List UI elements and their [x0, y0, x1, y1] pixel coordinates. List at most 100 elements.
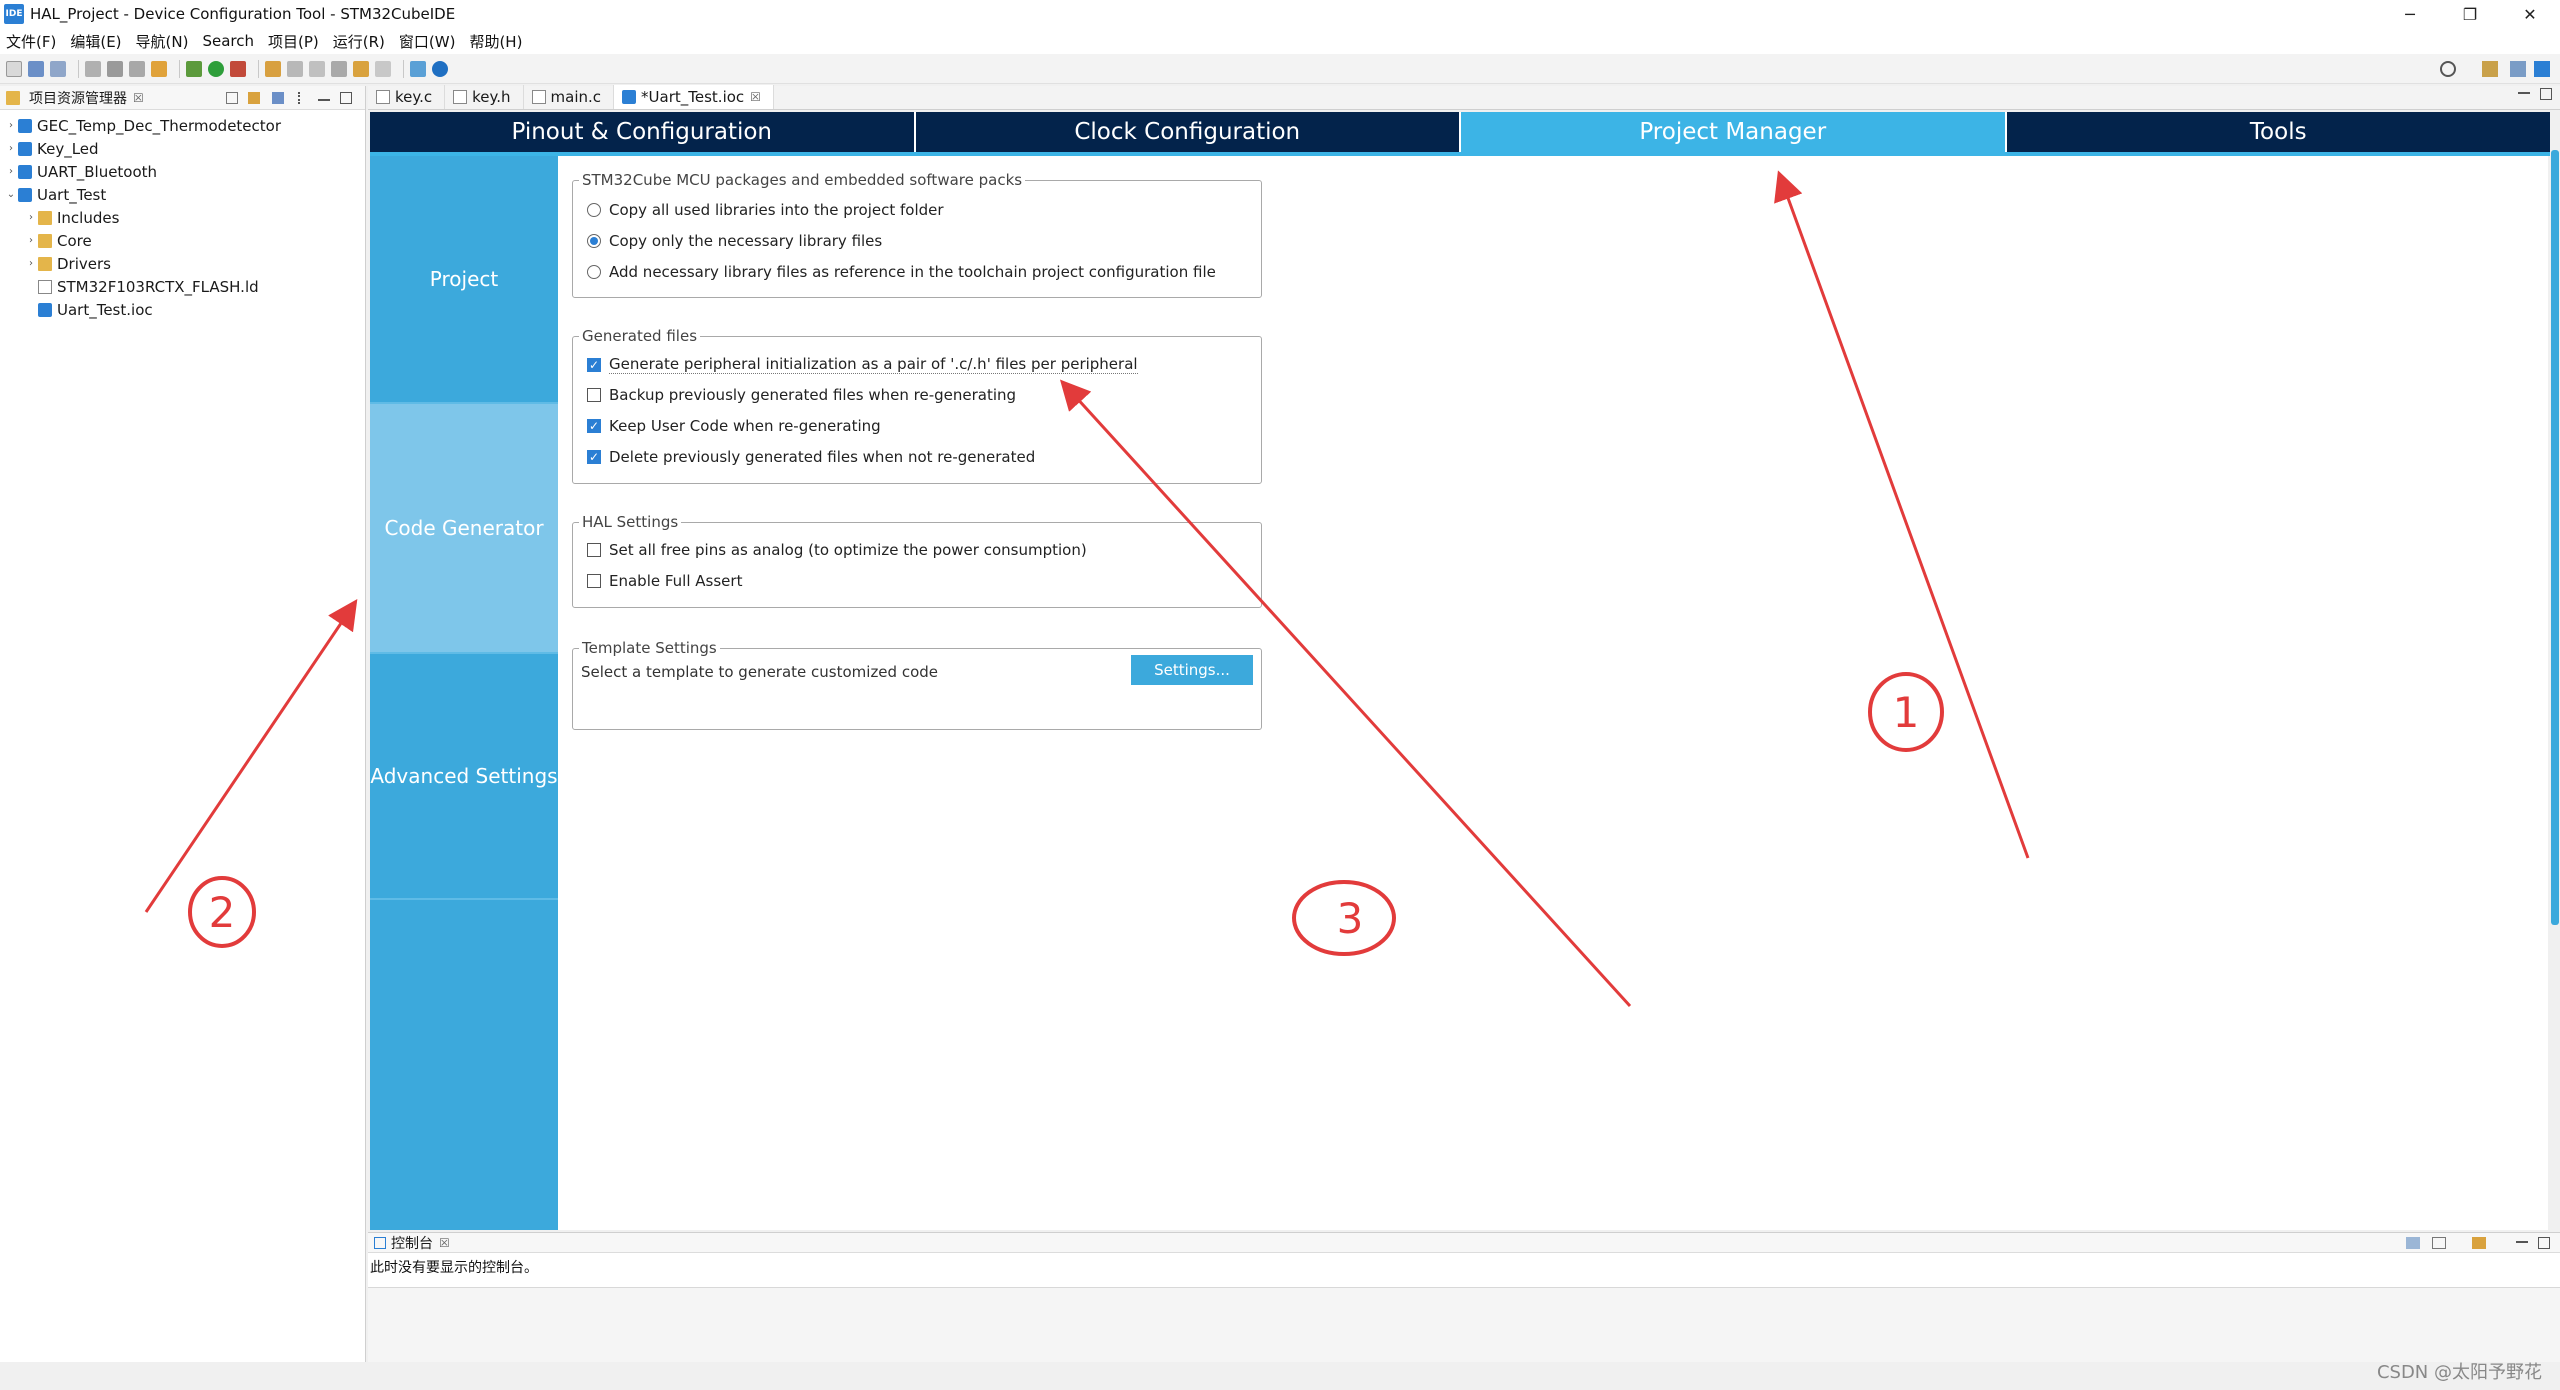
menu-navigate[interactable]: 导航(N)	[136, 31, 189, 52]
editor-tab-label: key.c	[395, 88, 433, 106]
maximize-view-icon[interactable]	[340, 91, 352, 104]
chevron-right-icon[interactable]: ›	[24, 235, 38, 246]
option-label: Enable Full Assert	[609, 572, 743, 590]
device-config-perspective-icon[interactable]	[2534, 60, 2550, 77]
tree-item[interactable]: Uart_Test.ioc	[0, 298, 365, 321]
menu-edit[interactable]: 编辑(E)	[70, 31, 121, 52]
checkbox[interactable]: ✓	[587, 357, 601, 372]
search-icon[interactable]	[2440, 60, 2456, 77]
chevron-down-icon[interactable]: ⌄	[4, 189, 18, 200]
tree-item[interactable]: › Core	[0, 229, 365, 252]
tab-project-manager[interactable]: Project Manager	[1461, 112, 2007, 152]
tree-item[interactable]: › Includes	[0, 206, 365, 229]
perspective-icon[interactable]	[2482, 60, 2498, 77]
open-perspective-icon[interactable]	[410, 60, 426, 77]
editor-tab-main-c[interactable]: main.c	[524, 85, 615, 109]
check-keep-user-code[interactable]: ✓ Keep User Code when re-generating	[587, 417, 881, 435]
new-file-icon[interactable]	[6, 60, 22, 77]
last-edit-icon[interactable]	[331, 60, 347, 77]
minimize-console-icon[interactable]	[2516, 1241, 2528, 1243]
maximize-console-icon[interactable]	[2538, 1236, 2550, 1249]
checkbox[interactable]	[587, 574, 601, 588]
check-backup-generated-files[interactable]: Backup previously generated files when r…	[587, 386, 1016, 404]
menu-search[interactable]: Search	[202, 32, 254, 50]
link-editor-icon[interactable]	[248, 91, 260, 104]
close-icon[interactable]: ☒	[439, 1236, 450, 1250]
maximize-editor-icon[interactable]	[2540, 88, 2552, 100]
menu-file[interactable]: 文件(F)	[6, 31, 56, 52]
chevron-right-icon[interactable]: ›	[4, 143, 18, 154]
restore-button[interactable]: ❐	[2440, 0, 2500, 28]
chevron-right-icon[interactable]: ›	[24, 258, 38, 269]
chevron-right-icon[interactable]: ›	[4, 166, 18, 177]
filter-icon[interactable]	[272, 91, 284, 104]
close-button[interactable]: ✕	[2500, 0, 2560, 28]
open-console-icon[interactable]	[2472, 1236, 2486, 1249]
build-icon[interactable]	[107, 60, 123, 77]
checkbox[interactable]: ✓	[587, 450, 601, 464]
minimize-editor-icon[interactable]	[2518, 92, 2530, 94]
tree-item[interactable]: › GEC_Temp_Dec_Thermodetector	[0, 114, 365, 137]
close-icon[interactable]: ☒	[133, 91, 144, 105]
settings-icon[interactable]	[85, 60, 101, 77]
scrollbar-thumb[interactable]	[2551, 150, 2559, 925]
check-free-pins-analog[interactable]: Set all free pins as analog (to optimize…	[587, 541, 1087, 559]
editor-tab-key-h[interactable]: key.h	[445, 85, 524, 109]
check-delete-previously-generated[interactable]: ✓ Delete previously generated files when…	[587, 448, 1035, 466]
cpp-perspective-icon[interactable]	[2510, 60, 2526, 77]
radio-copy-all-libraries[interactable]: Copy all used libraries into the project…	[587, 201, 944, 219]
chevron-right-icon[interactable]: ›	[24, 212, 38, 223]
forward-icon[interactable]	[375, 60, 391, 77]
menu-window[interactable]: 窗口(W)	[399, 31, 456, 52]
tree-item[interactable]: STM32F103RCTX_FLASH.ld	[0, 275, 365, 298]
app-icon: IDE	[4, 4, 24, 24]
tab-tools[interactable]: Tools	[2007, 112, 2551, 152]
editor-tab-uart-test-ioc[interactable]: *Uart_Test.ioc ☒	[614, 85, 774, 109]
back-icon[interactable]	[353, 60, 369, 77]
external-tools-icon[interactable]	[230, 60, 246, 77]
minimize-view-icon[interactable]	[318, 98, 330, 101]
menu-run[interactable]: 运行(R)	[333, 31, 385, 52]
checkbox[interactable]	[587, 543, 601, 557]
pin-console-icon[interactable]	[2406, 1236, 2420, 1249]
print-icon[interactable]	[129, 60, 145, 77]
project-explorer: 项目资源管理器 ☒ › GEC_Temp_Dec_Thermodetector › K…	[0, 86, 366, 1362]
run-icon[interactable]	[208, 60, 224, 77]
debug-icon[interactable]	[186, 60, 202, 77]
radio-add-as-reference[interactable]: Add necessary library files as reference…	[587, 263, 1216, 281]
info-icon[interactable]	[432, 60, 448, 77]
display-console-icon[interactable]	[2432, 1236, 2446, 1249]
save-icon[interactable]	[28, 60, 44, 77]
check-enable-full-assert[interactable]: Enable Full Assert	[587, 572, 742, 590]
editor-tab-key-c[interactable]: key.c	[368, 85, 446, 109]
menu-help[interactable]: 帮助(H)	[469, 31, 522, 52]
tree-item[interactable]: › Key_Led	[0, 137, 365, 160]
sidenav-advanced-settings[interactable]: Advanced Settings	[370, 654, 558, 900]
open-task-icon[interactable]	[265, 60, 281, 77]
sidenav-project[interactable]: Project	[370, 156, 558, 404]
template-settings-button[interactable]: Settings...	[1131, 655, 1253, 685]
chevron-right-icon[interactable]: ›	[4, 120, 18, 131]
collapse-all-icon[interactable]	[226, 91, 238, 104]
tab-clock-configuration[interactable]: Clock Configuration	[916, 112, 1461, 152]
minimize-button[interactable]: ─	[2380, 0, 2440, 28]
tree-item[interactable]: ⌄ Uart_Test	[0, 183, 365, 206]
radio-copy-necessary-libraries[interactable]: Copy only the necessary library files	[587, 232, 882, 250]
radio-button[interactable]	[587, 265, 601, 279]
next-annotation-icon[interactable]	[287, 60, 303, 77]
save-all-icon[interactable]	[50, 60, 66, 77]
prev-annotation-icon[interactable]	[309, 60, 325, 77]
device-icon[interactable]	[151, 60, 167, 77]
view-menu-icon[interactable]	[298, 91, 302, 104]
tree-item[interactable]: › Drivers	[0, 252, 365, 275]
sidenav-code-generator[interactable]: Code Generator	[370, 404, 558, 654]
tree-item[interactable]: › UART_Bluetooth	[0, 160, 365, 183]
menu-project[interactable]: 项目(P)	[268, 31, 319, 52]
tab-pinout-configuration[interactable]: Pinout & Configuration	[370, 112, 916, 152]
checkbox[interactable]: ✓	[587, 419, 601, 433]
check-generate-peripheral-pair[interactable]: ✓ Generate peripheral initialization as …	[587, 355, 1138, 374]
radio-button[interactable]	[587, 234, 601, 248]
checkbox[interactable]	[587, 388, 601, 402]
close-icon[interactable]: ☒	[750, 90, 761, 104]
radio-button[interactable]	[587, 203, 601, 217]
